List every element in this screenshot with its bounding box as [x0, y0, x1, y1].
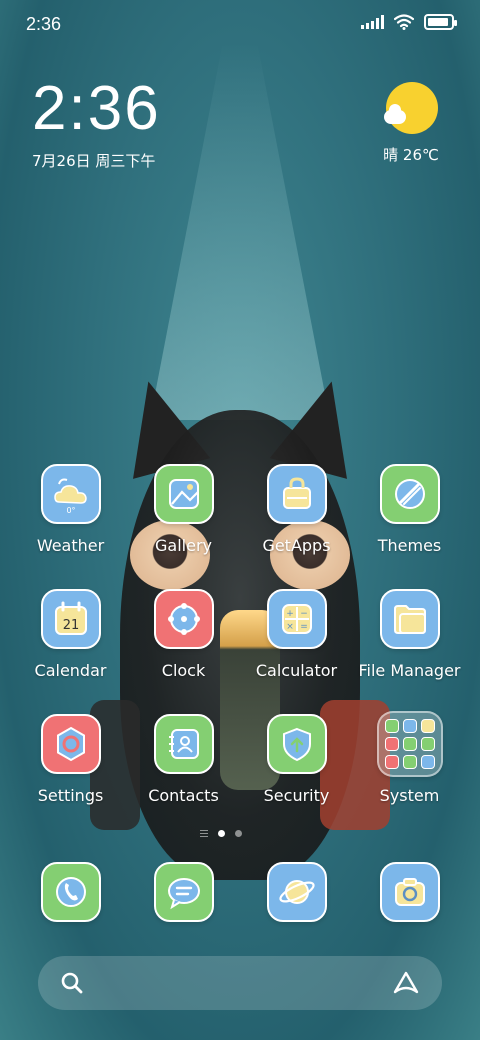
app-label: Clock	[161, 661, 206, 680]
app-system-folder[interactable]: System	[353, 711, 466, 839]
app-label: Contacts	[148, 786, 219, 805]
app-label: Calculator	[255, 661, 338, 680]
cellular-signal-icon	[361, 15, 384, 29]
calendar-icon[interactable]: 21	[40, 589, 101, 649]
dock-browser[interactable]	[240, 862, 353, 922]
app-folder-icon[interactable]	[376, 711, 443, 777]
wallpaper-light-beam	[150, 0, 330, 420]
weather-icon-temp: 0°	[66, 506, 75, 515]
app-label: GetApps	[262, 536, 331, 555]
list-view-icon[interactable]	[200, 830, 208, 837]
message-icon[interactable]	[153, 862, 214, 922]
dock-camera[interactable]	[353, 862, 466, 922]
search-icon[interactable]	[60, 971, 84, 995]
calendar-day: 21	[62, 618, 79, 633]
app-settings[interactable]: Settings	[14, 714, 127, 839]
app-label: Security	[263, 786, 330, 805]
app-label: Gallery	[155, 536, 212, 555]
calculator-icon[interactable]: + − × =	[266, 589, 327, 649]
clock-widget[interactable]: 2:36 7月26日 周三下午	[32, 78, 161, 171]
page-dot	[235, 830, 242, 837]
themes-brush-icon[interactable]	[379, 464, 440, 524]
contact-card-icon[interactable]	[153, 714, 214, 774]
phone-icon[interactable]	[40, 862, 101, 922]
app-label: Weather	[36, 536, 105, 555]
app-label: System	[379, 786, 440, 805]
app-getapps[interactable]: GetApps	[240, 464, 353, 589]
status-bar: 2:36	[0, 0, 480, 50]
assistant-icon[interactable]	[392, 970, 420, 996]
app-label: Themes	[377, 536, 442, 555]
svg-text:×: ×	[286, 622, 294, 632]
gallery-icon[interactable]	[153, 464, 214, 524]
status-time: 2:36	[26, 14, 62, 34]
weather-widget[interactable]: 晴 26℃	[376, 82, 446, 165]
app-row: Settings Contacts Security System	[14, 711, 466, 839]
planet-icon[interactable]	[266, 862, 327, 922]
svg-text:−: −	[300, 609, 308, 619]
sunny-weather-icon	[384, 82, 438, 134]
app-themes[interactable]: Themes	[353, 464, 466, 589]
clock-icon[interactable]	[153, 589, 214, 649]
app-file-manager[interactable]: File Manager	[353, 589, 466, 714]
app-label: Calendar	[34, 661, 107, 680]
app-calculator[interactable]: + − × = Calculator	[240, 589, 353, 714]
camera-icon[interactable]	[379, 862, 440, 922]
app-contacts[interactable]: Contacts	[127, 714, 240, 839]
dock-messages[interactable]	[127, 862, 240, 922]
search-bar[interactable]	[38, 956, 442, 1010]
page-dot-active	[218, 830, 225, 837]
weather-widget-temp: 晴 26℃	[383, 146, 439, 164]
app-security[interactable]: Security	[240, 714, 353, 839]
gear-icon[interactable]	[40, 714, 101, 774]
app-weather[interactable]: 0° Weather	[14, 464, 127, 589]
shopping-bag-icon[interactable]	[266, 464, 327, 524]
svg-text:+: +	[286, 609, 294, 619]
app-label: File Manager	[358, 661, 461, 680]
weather-app-icon[interactable]: 0°	[40, 464, 101, 524]
app-grid: 0° Weather Gallery GetApps Themes 21 Cal…	[14, 464, 466, 839]
app-calendar[interactable]: 21 Calendar	[14, 589, 127, 714]
shield-icon[interactable]	[266, 714, 327, 774]
app-row: 21 Calendar Clock + − × = Calculator Fil…	[14, 589, 466, 714]
svg-text:=: =	[300, 622, 308, 632]
dock	[14, 862, 466, 922]
dock-phone[interactable]	[14, 862, 127, 922]
clock-widget-date: 7月26日 周三下午	[32, 152, 156, 170]
clock-widget-time: 2:36	[32, 74, 161, 143]
folder-icon[interactable]	[379, 589, 440, 649]
page-indicator[interactable]	[200, 830, 242, 837]
app-clock[interactable]: Clock	[127, 589, 240, 714]
app-gallery[interactable]: Gallery	[127, 464, 240, 589]
wifi-icon	[394, 14, 414, 30]
app-label: Settings	[37, 786, 104, 805]
app-row: 0° Weather Gallery GetApps Themes	[14, 464, 466, 589]
battery-icon	[424, 14, 457, 30]
